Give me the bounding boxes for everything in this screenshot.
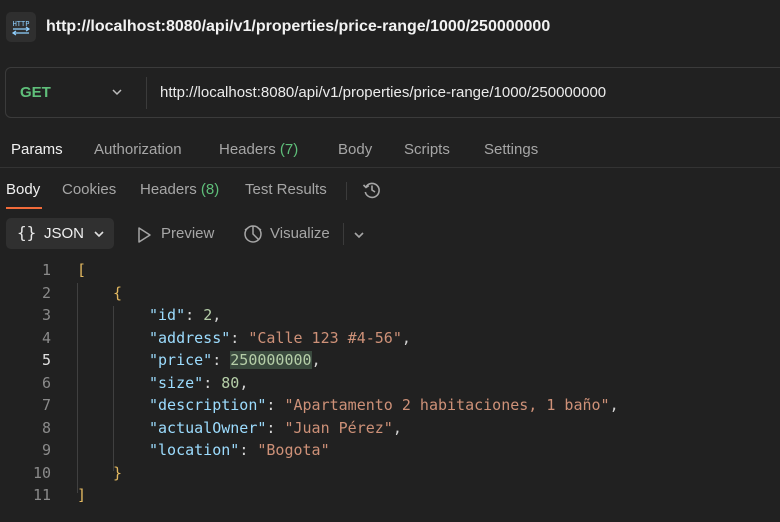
json-value-selected: 250000000 xyxy=(230,351,312,369)
preview-button[interactable]: Preview xyxy=(136,225,226,245)
title-bar: HTTP http://localhost:8080/api/v1/proper… xyxy=(0,0,780,56)
tab-test-results[interactable]: Test Results xyxy=(245,181,327,198)
json-key: "price" xyxy=(149,351,213,369)
code-line: 4 "address": "Calle 123 #4-56", xyxy=(0,327,780,350)
headers-count-badge: (8) xyxy=(200,181,220,198)
line-number: 9 xyxy=(41,441,51,459)
request-bar: GET http://localhost:8080/api/v1/propert… xyxy=(5,67,780,118)
line-number: 3 xyxy=(41,306,51,324)
preview-label: Preview xyxy=(161,225,215,242)
json-field-price: "price": 250000000, xyxy=(149,351,321,369)
tab-response-body[interactable]: Body xyxy=(6,181,40,198)
divider xyxy=(343,223,344,245)
open-array: [ xyxy=(77,261,87,279)
visualize-label: Visualize xyxy=(270,225,330,242)
tab-body[interactable]: Body xyxy=(338,141,372,158)
chevron-down-icon[interactable] xyxy=(352,228,366,242)
line-number: 4 xyxy=(41,328,51,347)
json-value: 80 xyxy=(221,373,240,392)
json-field-address: "address": "Calle 123 #4-56", xyxy=(149,328,411,347)
json-value: "Bogota" xyxy=(257,441,330,459)
http-icon: HTTP xyxy=(6,12,36,42)
divider xyxy=(146,77,147,109)
line-number: 11 xyxy=(32,486,51,504)
format-select[interactable]: {} JSON xyxy=(6,218,114,249)
line-number: 5 xyxy=(41,351,51,369)
json-key: "address" xyxy=(149,328,231,347)
code-line: 5 "price": 250000000, xyxy=(0,349,780,372)
tab-headers[interactable]: Headers (7) xyxy=(219,141,298,158)
json-field-actual-owner: "actualOwner": "Juan Pérez", xyxy=(149,418,402,437)
json-value: "Calle 123 #4-56" xyxy=(248,328,402,347)
tab-headers-label: Headers xyxy=(219,141,276,158)
code-line: 7 "description": "Apartamento 2 habitaci… xyxy=(0,394,780,417)
json-key: "size" xyxy=(149,373,204,392)
visualize-icon xyxy=(244,225,262,243)
code-line: 2 { xyxy=(0,282,780,305)
json-field-location: "location": "Bogota" xyxy=(149,441,330,459)
chevron-down-icon[interactable] xyxy=(110,85,124,99)
code-line: 6 "size": 80, xyxy=(0,372,780,395)
tab-authorization[interactable]: Authorization xyxy=(94,141,182,158)
line-number: 7 xyxy=(41,396,51,414)
request-tabs: Params Authorization Headers (7) Body Sc… xyxy=(0,136,780,166)
tab-params[interactable]: Params xyxy=(11,141,63,158)
tab-settings[interactable]: Settings xyxy=(484,141,538,158)
json-value: "Apartamento 2 habitaciones, 1 baño" xyxy=(284,396,610,414)
json-key: "actualOwner" xyxy=(149,418,267,437)
json-key: "id" xyxy=(149,306,186,324)
json-field-size: "size": 80, xyxy=(149,373,249,392)
close-array: ] xyxy=(77,486,87,504)
format-label: JSON xyxy=(44,225,85,242)
visualize-button[interactable]: Visualize xyxy=(242,222,337,246)
json-field-id: "id": 2, xyxy=(149,306,222,324)
json-key: "description" xyxy=(149,396,267,414)
code-line: 10 } xyxy=(0,462,780,485)
code-line: 11 ] xyxy=(0,484,780,507)
url-input[interactable]: http://localhost:8080/api/v1/properties/… xyxy=(160,84,606,101)
tab-response-headers-label: Headers xyxy=(140,181,197,198)
view-bar: {} JSON Preview Visualize xyxy=(0,218,780,250)
open-object: { xyxy=(113,283,123,302)
code-line: 8 "actualOwner": "Juan Pérez", xyxy=(0,417,780,440)
braces-icon: {} xyxy=(17,223,37,242)
chevron-down-icon xyxy=(94,231,104,238)
play-icon xyxy=(138,227,151,243)
json-field-description: "description": "Apartamento 2 habitacion… xyxy=(149,396,619,414)
history-icon[interactable] xyxy=(361,179,383,201)
code-line: 3 "id": 2, xyxy=(0,304,780,327)
divider xyxy=(0,167,780,168)
line-number: 6 xyxy=(41,373,51,392)
method-select[interactable]: GET xyxy=(20,84,51,101)
tab-response-headers[interactable]: Headers (8) xyxy=(140,181,219,198)
active-tab-indicator xyxy=(6,207,42,209)
svg-text:HTTP: HTTP xyxy=(13,20,30,28)
line-number: 2 xyxy=(41,283,51,302)
tab-cookies[interactable]: Cookies xyxy=(62,181,116,198)
divider xyxy=(346,182,347,200)
json-value: 2 xyxy=(203,306,213,324)
json-value: "Juan Pérez" xyxy=(284,418,393,437)
response-tabs: Body Cookies Headers (8) Test Results xyxy=(0,176,780,210)
headers-count-badge: (7) xyxy=(279,141,299,158)
json-key: "location" xyxy=(149,441,240,459)
tab-scripts[interactable]: Scripts xyxy=(404,141,450,158)
line-number: 1 xyxy=(41,261,51,279)
request-title[interactable]: http://localhost:8080/api/v1/properties/… xyxy=(46,18,550,36)
line-number: 8 xyxy=(41,418,51,437)
code-line: 1 [ xyxy=(0,259,780,282)
response-body-editor[interactable]: 1 [ 2 { 3 "id": 2, 4 "address": "Calle 1… xyxy=(0,259,780,522)
close-object: } xyxy=(113,463,123,482)
code-line: 9 "location": "Bogota" xyxy=(0,439,780,462)
line-number: 10 xyxy=(32,463,51,482)
